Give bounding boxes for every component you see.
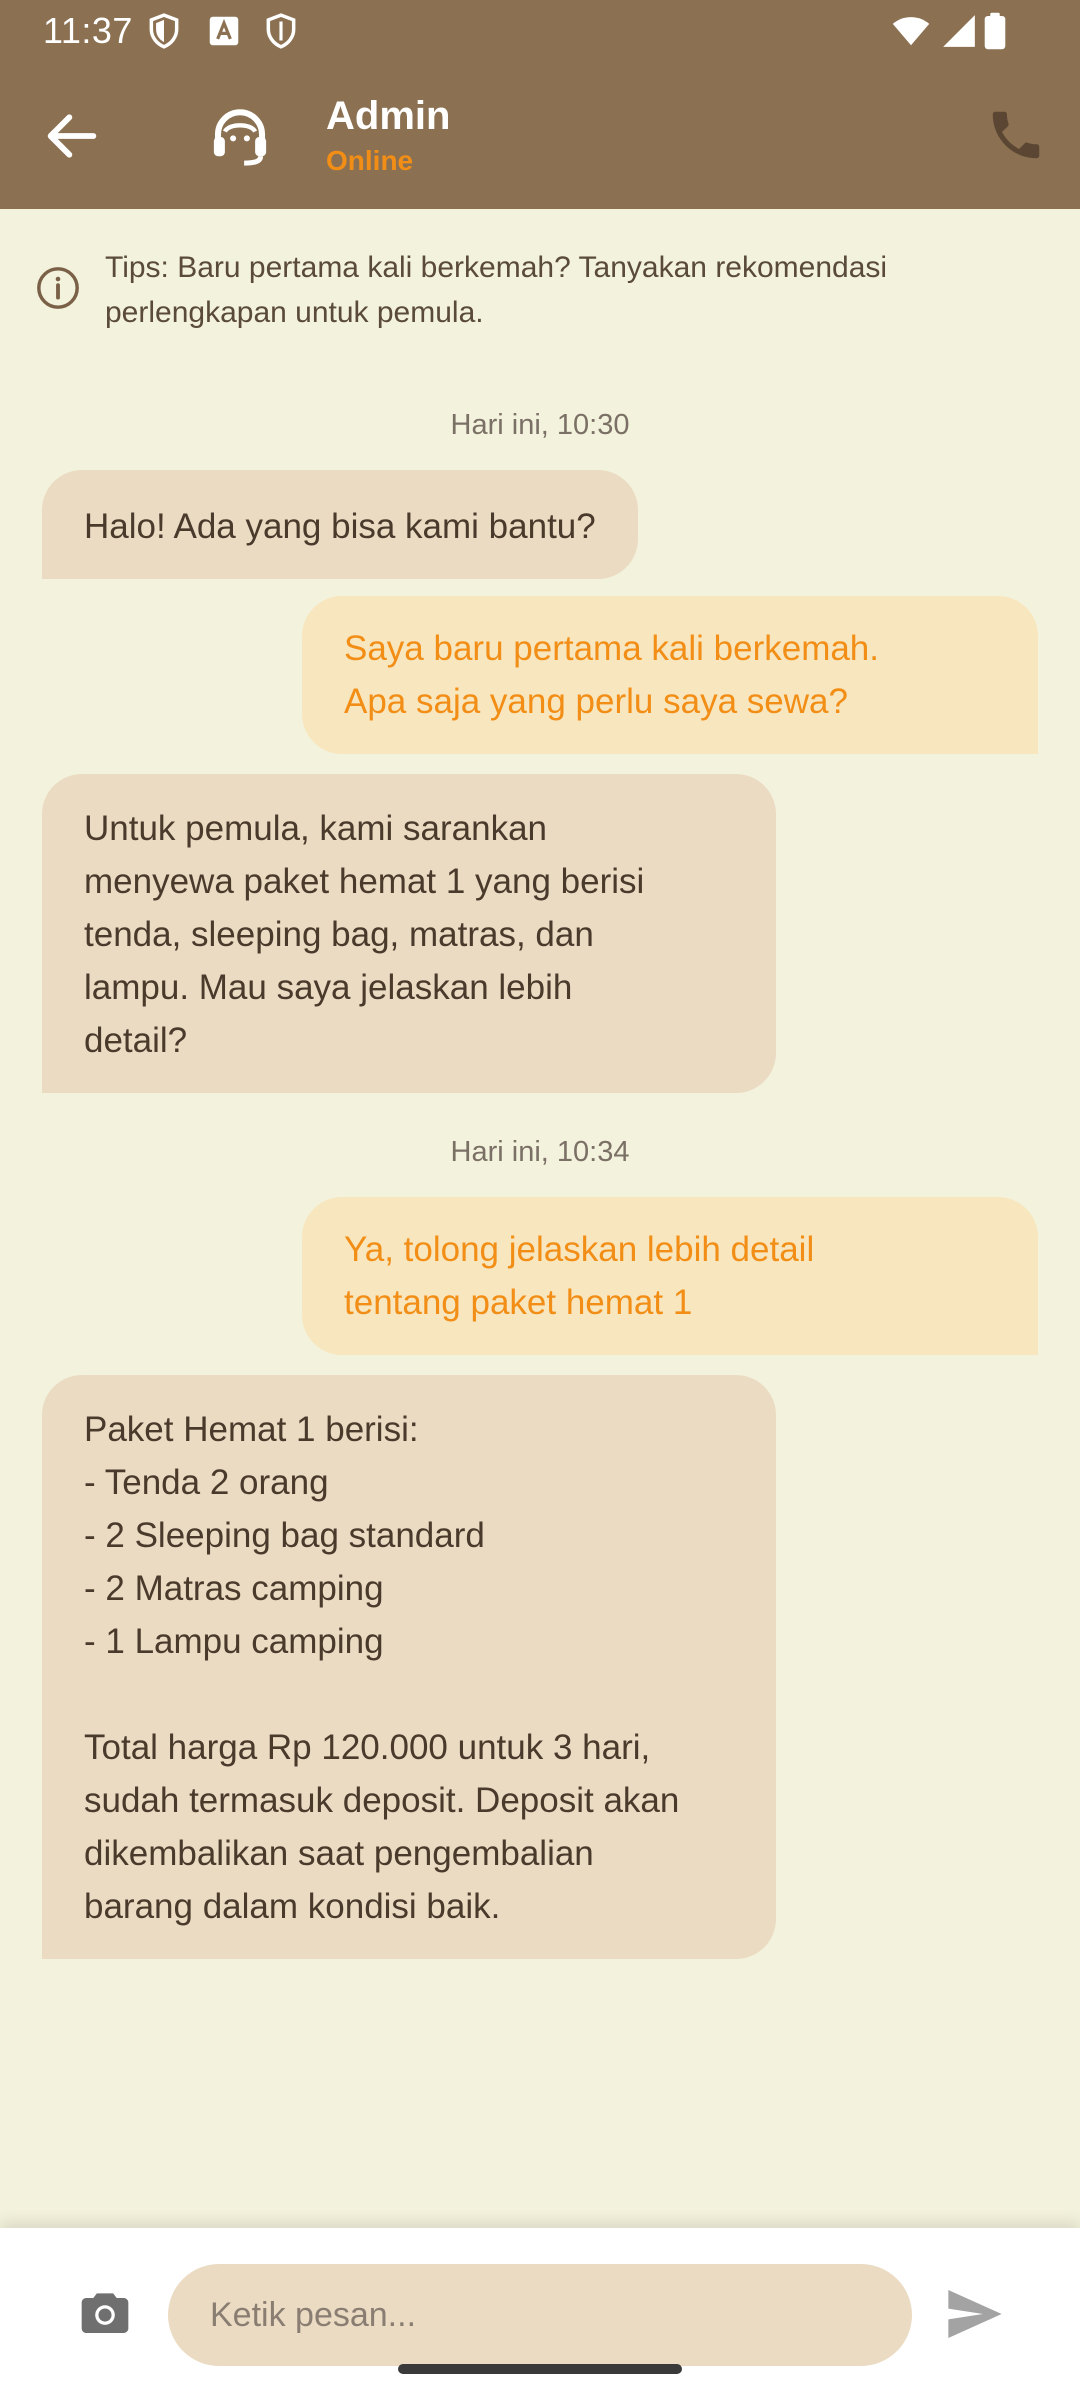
font-app-icon: [205, 12, 243, 50]
message-bubble-user: Saya baru pertama kali berkemah. Apa saj…: [302, 596, 1038, 754]
headset-agent-icon: [207, 104, 273, 170]
wifi-icon: [889, 12, 933, 50]
signal-icon: [940, 12, 978, 50]
message-input-bar: [0, 2228, 1080, 2400]
app-bar: 11:37 Admin Online: [0, 0, 1080, 209]
back-arrow-icon: [47, 114, 97, 158]
camera-icon: [81, 2293, 129, 2333]
phone-icon: [992, 111, 1040, 159]
message-bubble-user: Ya, tolong jelaskan lebih detail tentang…: [302, 1197, 1038, 1355]
send-button[interactable]: [943, 2282, 1007, 2346]
battery-icon: [982, 12, 1008, 50]
send-icon: [948, 2290, 1002, 2338]
tips-banner: Tips: Baru pertama kali berkemah? Tanyak…: [0, 209, 1080, 329]
message-bubble-admin: Paket Hemat 1 berisi: - Tenda 2 orang - …: [42, 1375, 776, 1959]
chat-title: Admin: [326, 94, 451, 138]
timestamp-divider: Hari ini, 10:34: [450, 1136, 630, 1168]
status-time: 11:37: [43, 10, 133, 51]
chat-screen: 11:37 Admin Online Tips: Baru pertama ka…: [0, 0, 1080, 2400]
shield-icon: [145, 12, 183, 50]
shield-outline-icon: [262, 12, 300, 50]
camera-button[interactable]: [77, 2284, 133, 2340]
message-bubble-admin: Halo! Ada yang bisa kami bantu?: [42, 470, 638, 579]
message-input[interactable]: [168, 2264, 912, 2366]
call-button[interactable]: [985, 104, 1047, 166]
home-indicator: [398, 2364, 682, 2374]
status-bar: 11:37: [0, 0, 1080, 62]
info-icon: [35, 265, 81, 311]
timestamp-divider: Hari ini, 10:30: [450, 409, 630, 441]
online-status: Online: [326, 145, 414, 176]
back-button[interactable]: [40, 104, 104, 168]
tips-text: Tips: Baru pertama kali berkemah? Tanyak…: [105, 251, 888, 329]
message-bubble-admin: Untuk pemula, kami sarankan menyewa pake…: [42, 774, 776, 1093]
